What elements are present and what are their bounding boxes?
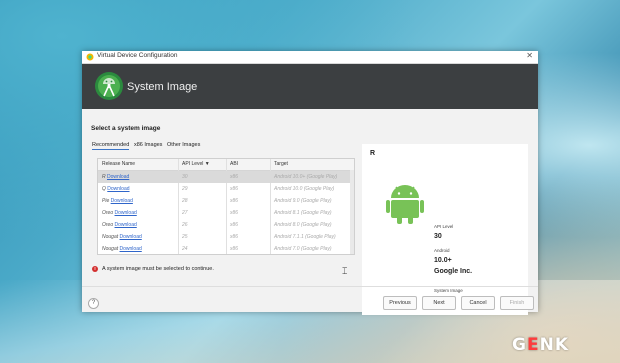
abi: x86: [230, 222, 239, 228]
table-row[interactable]: Oreo Download 26 x86 Android 8.0 (Google…: [98, 219, 354, 231]
column-release-name[interactable]: Release Name: [102, 161, 135, 167]
abi: x86: [230, 186, 239, 192]
release-name: Nougat: [102, 246, 119, 252]
download-link[interactable]: Download: [120, 246, 142, 252]
table-row[interactable]: Nougat Download 25 x86 Android 7.1.1 (Go…: [98, 231, 354, 243]
system-image-table: Release Name API Level ▼ ABI Target R Do…: [97, 158, 355, 255]
target: Android 7.1.1 (Google Play): [274, 234, 336, 240]
target: Android 9.0 (Google Play): [274, 198, 332, 204]
header-banner: System Image: [82, 64, 538, 109]
title-bar: Virtual Device Configuration ✕: [82, 51, 538, 64]
column-abi[interactable]: ABI: [230, 161, 238, 167]
page-title: System Image: [127, 81, 198, 93]
android-robot-icon: [386, 185, 424, 224]
release-name: Oreo: [102, 210, 114, 216]
download-link[interactable]: Download: [107, 186, 129, 192]
footer-divider: [82, 286, 538, 287]
target: Android 8.1 (Google Play): [274, 210, 332, 216]
cancel-button[interactable]: Cancel: [461, 296, 495, 310]
abi: x86: [230, 174, 239, 180]
tab-recommended[interactable]: Recommended: [92, 142, 130, 150]
vendor-value: Google Inc.: [434, 268, 473, 275]
android-version-value: 10.0+: [434, 257, 452, 264]
target: Android 10.0+ (Google Play): [274, 174, 338, 180]
release-name: Pie: [102, 198, 110, 204]
column-api-level[interactable]: API Level ▼: [182, 161, 210, 167]
api-level: 28: [182, 198, 188, 204]
abi: x86: [230, 234, 239, 240]
previous-button[interactable]: Previous: [383, 296, 417, 310]
release-name: Q: [102, 186, 106, 192]
error-icon: !: [92, 266, 98, 272]
help-icon[interactable]: ?: [88, 298, 99, 309]
error-message: ! A system image must be selected to cont…: [92, 266, 214, 272]
target: Android 7.0 (Google Play): [274, 246, 332, 252]
table-row[interactable]: R Download 30 x86 Android 10.0+ (Google …: [98, 171, 354, 183]
close-icon[interactable]: ✕: [526, 51, 533, 60]
download-link[interactable]: Download: [115, 210, 137, 216]
release-name: Oreo: [102, 222, 114, 228]
table-row[interactable]: Oreo Download 27 x86 Android 8.1 (Google…: [98, 207, 354, 219]
table-row[interactable]: Nougat Download 24 x86 Android 7.0 (Goog…: [98, 243, 354, 255]
android-label: Android: [434, 248, 450, 253]
api-level: 24: [182, 246, 188, 252]
abi: x86: [230, 210, 239, 216]
error-text: A system image must be selected to conti…: [102, 266, 214, 272]
section-heading: Select a system image: [91, 125, 161, 132]
finish-button[interactable]: Finish: [500, 296, 534, 310]
api-level: 29: [182, 186, 188, 192]
watermark-logo: GENK: [512, 335, 569, 355]
tab-x86-images[interactable]: x86 Images: [134, 142, 162, 148]
download-link[interactable]: Download: [120, 234, 142, 240]
download-link[interactable]: Download: [107, 174, 129, 180]
api-level-label: API Level: [434, 224, 454, 229]
tab-other-images[interactable]: Other Images: [167, 142, 200, 148]
next-button[interactable]: Next: [422, 296, 456, 310]
selected-release-title: R: [370, 150, 376, 157]
column-target[interactable]: Target: [274, 161, 288, 167]
download-link[interactable]: Download: [115, 222, 137, 228]
release-name: Nougat: [102, 234, 119, 240]
target: Android 8.0 (Google Play): [274, 222, 332, 228]
api-level: 27: [182, 210, 188, 216]
api-level: 30: [182, 174, 188, 180]
image-details-panel: R API Level 30 Android 10.0+ Google Inc.…: [362, 144, 528, 315]
table-row[interactable]: Pie Download 28 x86 Android 9.0 (Google …: [98, 195, 354, 207]
virtual-device-dialog: Virtual Device Configuration ✕ System Im…: [82, 51, 538, 315]
mouse-cursor-icon: ⌶: [342, 266, 348, 276]
abi: x86: [230, 198, 239, 204]
api-level: 26: [182, 222, 188, 228]
table-row[interactable]: Q Download 29 x86 Android 10.0 (Google P…: [98, 183, 354, 195]
android-studio-icon: [86, 53, 94, 61]
api-level: 25: [182, 234, 188, 240]
api-level-value: 30: [434, 233, 442, 240]
release-name: R: [102, 174, 106, 180]
download-link[interactable]: Download: [111, 198, 133, 204]
table-scrollbar[interactable]: [350, 170, 354, 254]
system-image-label: System Image: [434, 288, 463, 293]
android-studio-logo-icon: [95, 72, 123, 100]
window-title: Virtual Device Configuration: [97, 52, 178, 59]
abi: x86: [230, 246, 239, 252]
target: Android 10.0 (Google Play): [274, 186, 335, 192]
